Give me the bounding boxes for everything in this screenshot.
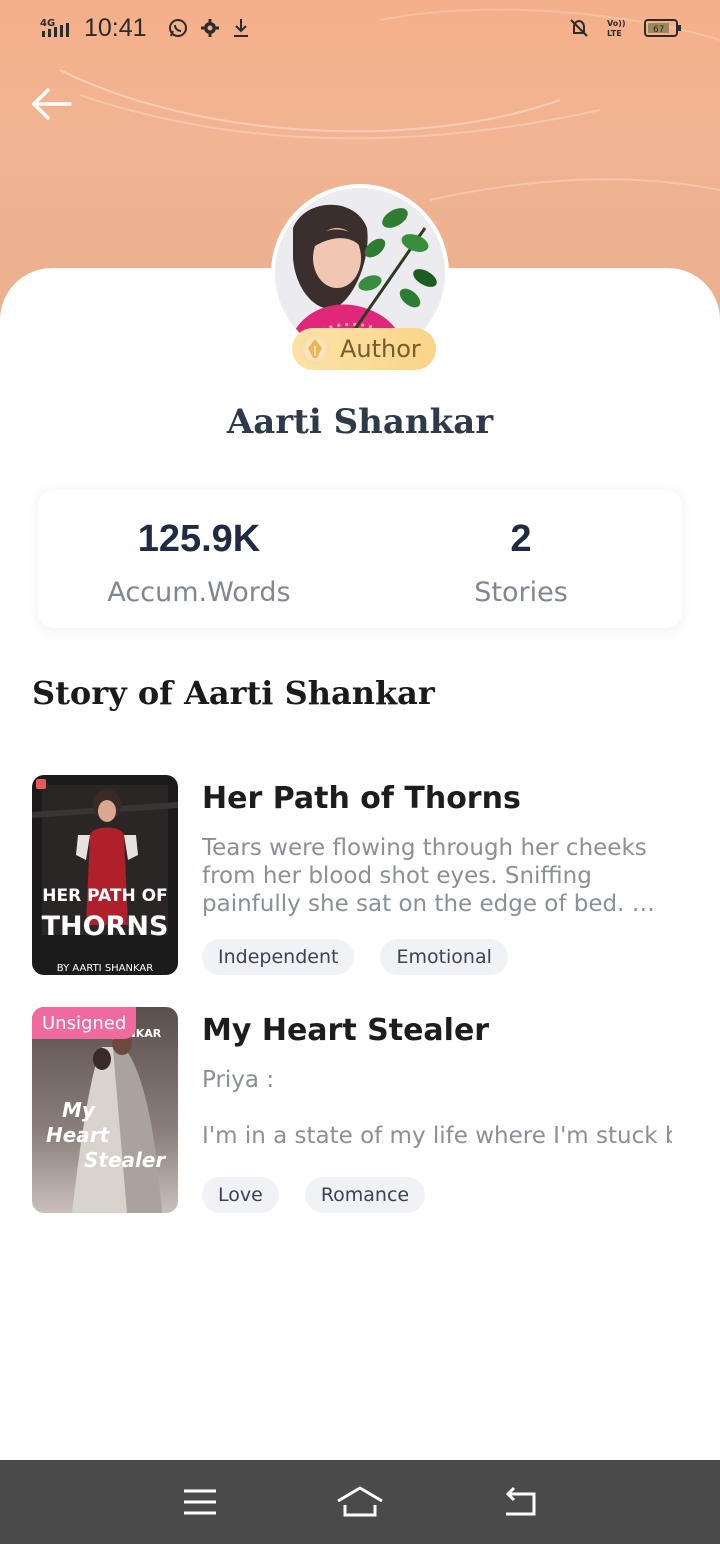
book-info: Her Path of Thorns Tears were flowing th… [202,775,688,975]
author-badge: Author [292,328,436,370]
badge-label: Author [340,335,421,363]
svg-text:Vo)): Vo)) [607,19,626,28]
stat-label: Stories [474,577,568,608]
book-description-line: I'm in a state of my life where I'm stuc… [202,1123,672,1149]
svg-text:BY AARTI SHANKAR: BY AARTI SHANKAR [57,963,153,974]
volte-icon: Vo)) LTE [606,17,628,39]
book-description: Tears were flowing through her cheeks fr… [202,835,655,917]
tag-list: Love Romance [202,1177,426,1213]
pen-nib-icon [300,334,330,364]
section-title: Story of Aarti Shankar [32,674,435,712]
tag[interactable]: Love [202,1177,279,1213]
stat-value: 125.9K [137,518,261,560]
svg-text:Stealer: Stealer [84,1148,166,1172]
battery-icon: 67 [644,18,682,38]
book-item[interactable]: HER PATH OF THORNS BY AARTI SHANKAR Her … [32,775,688,975]
menu-icon [184,1489,216,1515]
svg-text:LTE: LTE [607,29,622,38]
svg-text:HER PATH OF: HER PATH OF [42,886,167,906]
author-name: Aarti Shankar [226,402,494,442]
book-cover-art: HER PATH OF THORNS BY AARTI SHANKAR [32,775,178,975]
status-time: 10:41 [84,13,147,42]
status-bar: 4G 10:41 Vo)) LTE 67 [0,0,720,56]
book-item[interactable]: ANKAR My Heart Stealer Unsigned My Heart… [32,1007,688,1213]
system-back-button[interactable] [490,1480,550,1524]
book-title[interactable]: Her Path of Thorns [202,781,688,816]
download-icon [231,17,251,39]
gear-icon [199,17,221,39]
book-cover[interactable]: HER PATH OF THORNS BY AARTI SHANKAR [32,775,178,975]
stat-words: 125.9K Accum.Words [38,490,360,628]
tag[interactable]: Independent [202,939,355,975]
book-cover[interactable]: ANKAR My Heart Stealer Unsigned [32,1007,178,1213]
svg-text:Heart: Heart [46,1123,111,1147]
tag-list: Independent Emotional [202,939,508,975]
svg-text:67: 67 [653,25,664,35]
book-info: My Heart Stealer Priya : I'm in a state … [202,1007,688,1213]
svg-text:4G: 4G [40,18,55,29]
book-title[interactable]: My Heart Stealer [202,1013,688,1048]
back-icon [505,1486,536,1516]
home-icon [337,1486,383,1517]
stat-label: Accum.Words [107,577,291,608]
unsigned-badge: Unsigned [32,1007,137,1039]
whatsapp-icon [167,17,189,39]
book-description-line: Priya : [202,1067,275,1093]
menu-button[interactable] [170,1480,230,1524]
system-navigation-bar [0,1460,720,1544]
bell-off-icon [568,17,590,39]
signal-icon: 4G [40,17,74,39]
tag[interactable]: Emotional [380,939,508,975]
arrow-left-icon [32,88,72,120]
back-button[interactable] [28,82,76,126]
stats-card: 125.9K Accum.Words 2 Stories [38,490,682,628]
svg-text:THORNS: THORNS [42,911,169,942]
stat-stories: 2 Stories [360,490,682,628]
book-description: Priya : I'm in a state of my life where … [202,1066,682,1150]
svg-text:My: My [62,1098,96,1122]
stat-value: 2 [510,518,532,560]
home-button[interactable] [330,1480,390,1524]
tag[interactable]: Romance [304,1177,426,1213]
